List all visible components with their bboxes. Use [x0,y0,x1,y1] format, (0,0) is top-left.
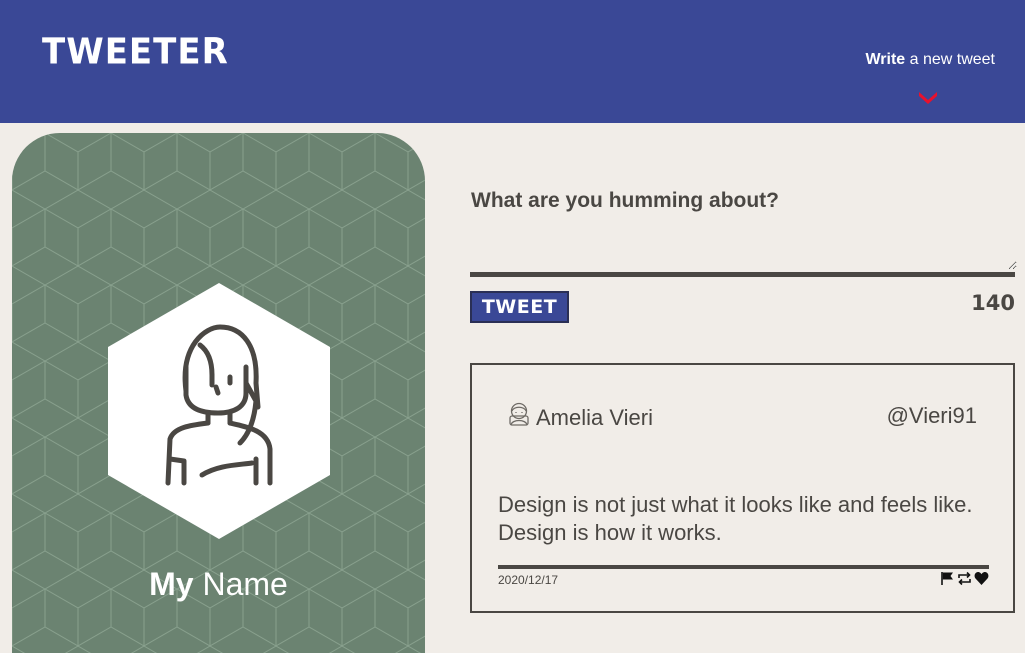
chevron-down-icon[interactable] [918,90,938,104]
tweet-divider [498,565,989,569]
profile-last-name: Name [193,566,288,602]
person-avatar-icon [108,283,330,539]
profile-card: My Name [12,133,425,653]
app-header: TWEETER Write a new tweet [0,0,1025,123]
app-logo: TWEETER [42,31,229,73]
tweet-button[interactable]: TWEET [470,291,569,323]
write-tweet-link[interactable]: Write a new tweet [865,51,995,69]
tweet-body: Design is not just what it looks like an… [498,492,973,545]
tweet-card: Amelia Vieri @Vieri91 Design is not just… [470,363,1015,613]
char-counter: 140 [971,291,1015,315]
tweet-author-handle: @Vieri91 [886,403,977,428]
tweet-actions [940,571,989,586]
tweet-author-name: Amelia Vieri [536,405,653,430]
profile-name: My Name [12,566,425,603]
compose-underline [470,272,1015,277]
compose-label: What are you humming about? [471,189,779,212]
retweet-icon[interactable] [957,571,972,586]
tweet-date: 2020/12/17 [498,573,559,587]
tweet-textarea[interactable] [470,222,1017,270]
flag-icon[interactable] [940,571,955,586]
write-link-bold: Write [865,51,906,68]
heart-icon[interactable] [974,571,989,586]
write-link-rest: a new tweet [905,51,995,68]
author-avatar-icon [509,402,529,426]
profile-first-name: My [149,566,194,602]
